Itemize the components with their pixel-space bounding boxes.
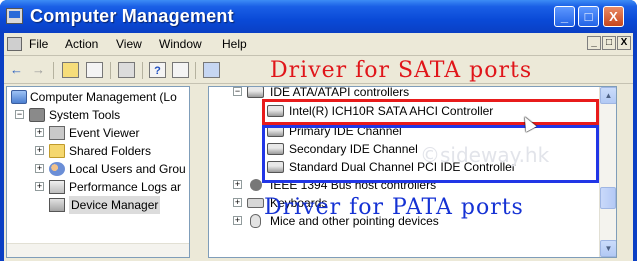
watermark: ©sideway.hk — [420, 143, 550, 167]
expand-toggle[interactable]: + — [233, 216, 242, 225]
performance-icon — [49, 180, 65, 194]
device-vertical-scrollbar[interactable]: ▲ ▼ — [599, 87, 616, 257]
tree-item-label: Local Users and Grou — [69, 162, 186, 176]
close-button[interactable]: X — [603, 6, 624, 27]
ide-controller-icon — [247, 87, 264, 98]
help-icon[interactable]: ? — [149, 62, 166, 78]
collapse-toggle[interactable]: − — [15, 110, 24, 119]
keyboard-icon — [247, 198, 264, 208]
shared-folder-icon — [49, 144, 65, 158]
console-tree-pane[interactable]: Computer Management (Lo − System Tools +… — [6, 86, 190, 258]
up-folder-icon[interactable] — [62, 62, 79, 78]
tree-item-label: Performance Logs ar — [69, 180, 182, 194]
menu-action[interactable]: Action — [65, 37, 98, 51]
mdi-minimize-button[interactable]: _ — [587, 36, 601, 50]
toolbar-separator — [53, 62, 54, 79]
mdi-controls: _ □ X — [587, 36, 631, 50]
scroll-up-button[interactable]: ▲ — [600, 87, 616, 104]
tools-icon — [29, 108, 45, 122]
toolbar-separator — [110, 62, 111, 79]
computer-icon — [11, 90, 27, 104]
system-menu-icon[interactable] — [7, 37, 22, 51]
tree-item-label: Computer Management (Lo — [30, 90, 177, 104]
back-icon[interactable]: ← — [8, 62, 25, 78]
minimize-button[interactable]: _ — [554, 6, 575, 27]
toolbar-separator — [195, 62, 196, 79]
users-icon — [49, 162, 65, 176]
scroll-down-button[interactable]: ▼ — [600, 240, 616, 257]
show-hide-tree-icon[interactable] — [86, 62, 103, 78]
mouse-icon — [250, 214, 261, 228]
expand-toggle[interactable]: + — [35, 128, 44, 137]
expand-toggle[interactable]: + — [35, 182, 44, 191]
menu-bar: File Action View Window Help _ □ X — [4, 33, 633, 56]
tree-item-label: Event Viewer — [69, 126, 140, 140]
tree-item-label: Device Manager — [69, 196, 161, 214]
menu-help[interactable]: Help — [222, 37, 247, 51]
tree-item-label: System Tools — [49, 108, 121, 122]
computer-management-icon — [6, 8, 23, 24]
highlight-sata-box — [262, 99, 599, 125]
maximize-button[interactable]: □ — [578, 6, 599, 27]
menu-file[interactable]: File — [29, 37, 48, 51]
device-manager-icon — [49, 198, 65, 212]
expand-toggle[interactable]: + — [35, 146, 44, 155]
window-frame-right — [633, 33, 637, 261]
mdi-close-button[interactable]: X — [617, 36, 631, 50]
tree-horizontal-scrollbar[interactable] — [7, 243, 189, 257]
toolbar-separator — [142, 62, 143, 79]
event-viewer-icon — [49, 126, 65, 140]
pane-splitter[interactable] — [190, 86, 208, 258]
menu-view[interactable]: View — [116, 37, 142, 51]
expand-toggle[interactable]: + — [35, 164, 44, 173]
forward-icon[interactable]: → — [30, 62, 47, 78]
collapse-toggle[interactable]: − — [233, 87, 242, 96]
scan-hardware-icon[interactable] — [203, 62, 220, 78]
scroll-thumb[interactable] — [600, 187, 616, 209]
annotation-sata: Driver for SATA ports — [270, 58, 533, 83]
print-icon[interactable] — [118, 62, 135, 78]
window-title: Computer Management — [30, 6, 234, 26]
tree-item-label: Shared Folders — [69, 144, 152, 158]
expand-toggle[interactable]: + — [233, 198, 242, 207]
properties-icon[interactable] — [172, 62, 189, 78]
menu-window[interactable]: Window — [159, 37, 202, 51]
expand-toggle[interactable]: + — [233, 180, 242, 189]
annotation-pata: Driver for PATA ports — [264, 195, 524, 220]
title-bar[interactable]: Computer Management _ □ X — [0, 0, 637, 33]
ieee1394-icon — [250, 179, 262, 191]
mdi-restore-button[interactable]: □ — [602, 36, 616, 50]
